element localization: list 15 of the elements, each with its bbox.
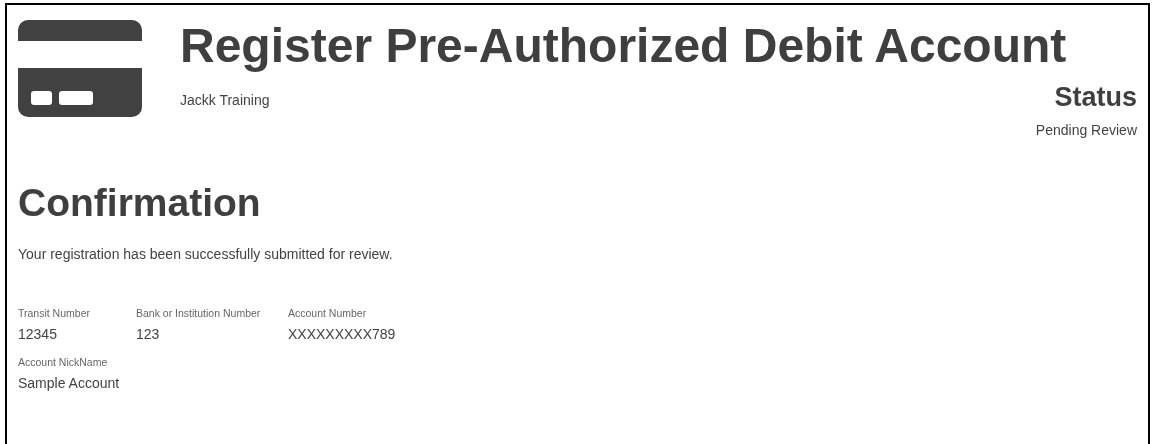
field-label: Account Number [288, 307, 368, 319]
field-value: Sample Account [18, 375, 120, 391]
credit-card-icon [18, 20, 142, 117]
section-heading: Confirmation [18, 180, 262, 226]
status-value: Pending Review [1035, 122, 1137, 138]
field-label: Account NickName [18, 356, 109, 368]
confirmation-message: Your registration has been successfully submitted for review. [18, 246, 394, 262]
field-value: XXXXXXXXX789 [288, 326, 396, 342]
field-label: Transit Number [18, 307, 91, 319]
field-label: Bank or Institution Number [136, 307, 262, 319]
page-title: Register Pre-Authorized Debit Account [180, 18, 1068, 74]
status-heading: Status [1054, 82, 1137, 113]
field-value: 12345 [18, 326, 58, 342]
field-value: 123 [136, 326, 161, 342]
organization-name: Jackk Training [180, 92, 270, 110]
